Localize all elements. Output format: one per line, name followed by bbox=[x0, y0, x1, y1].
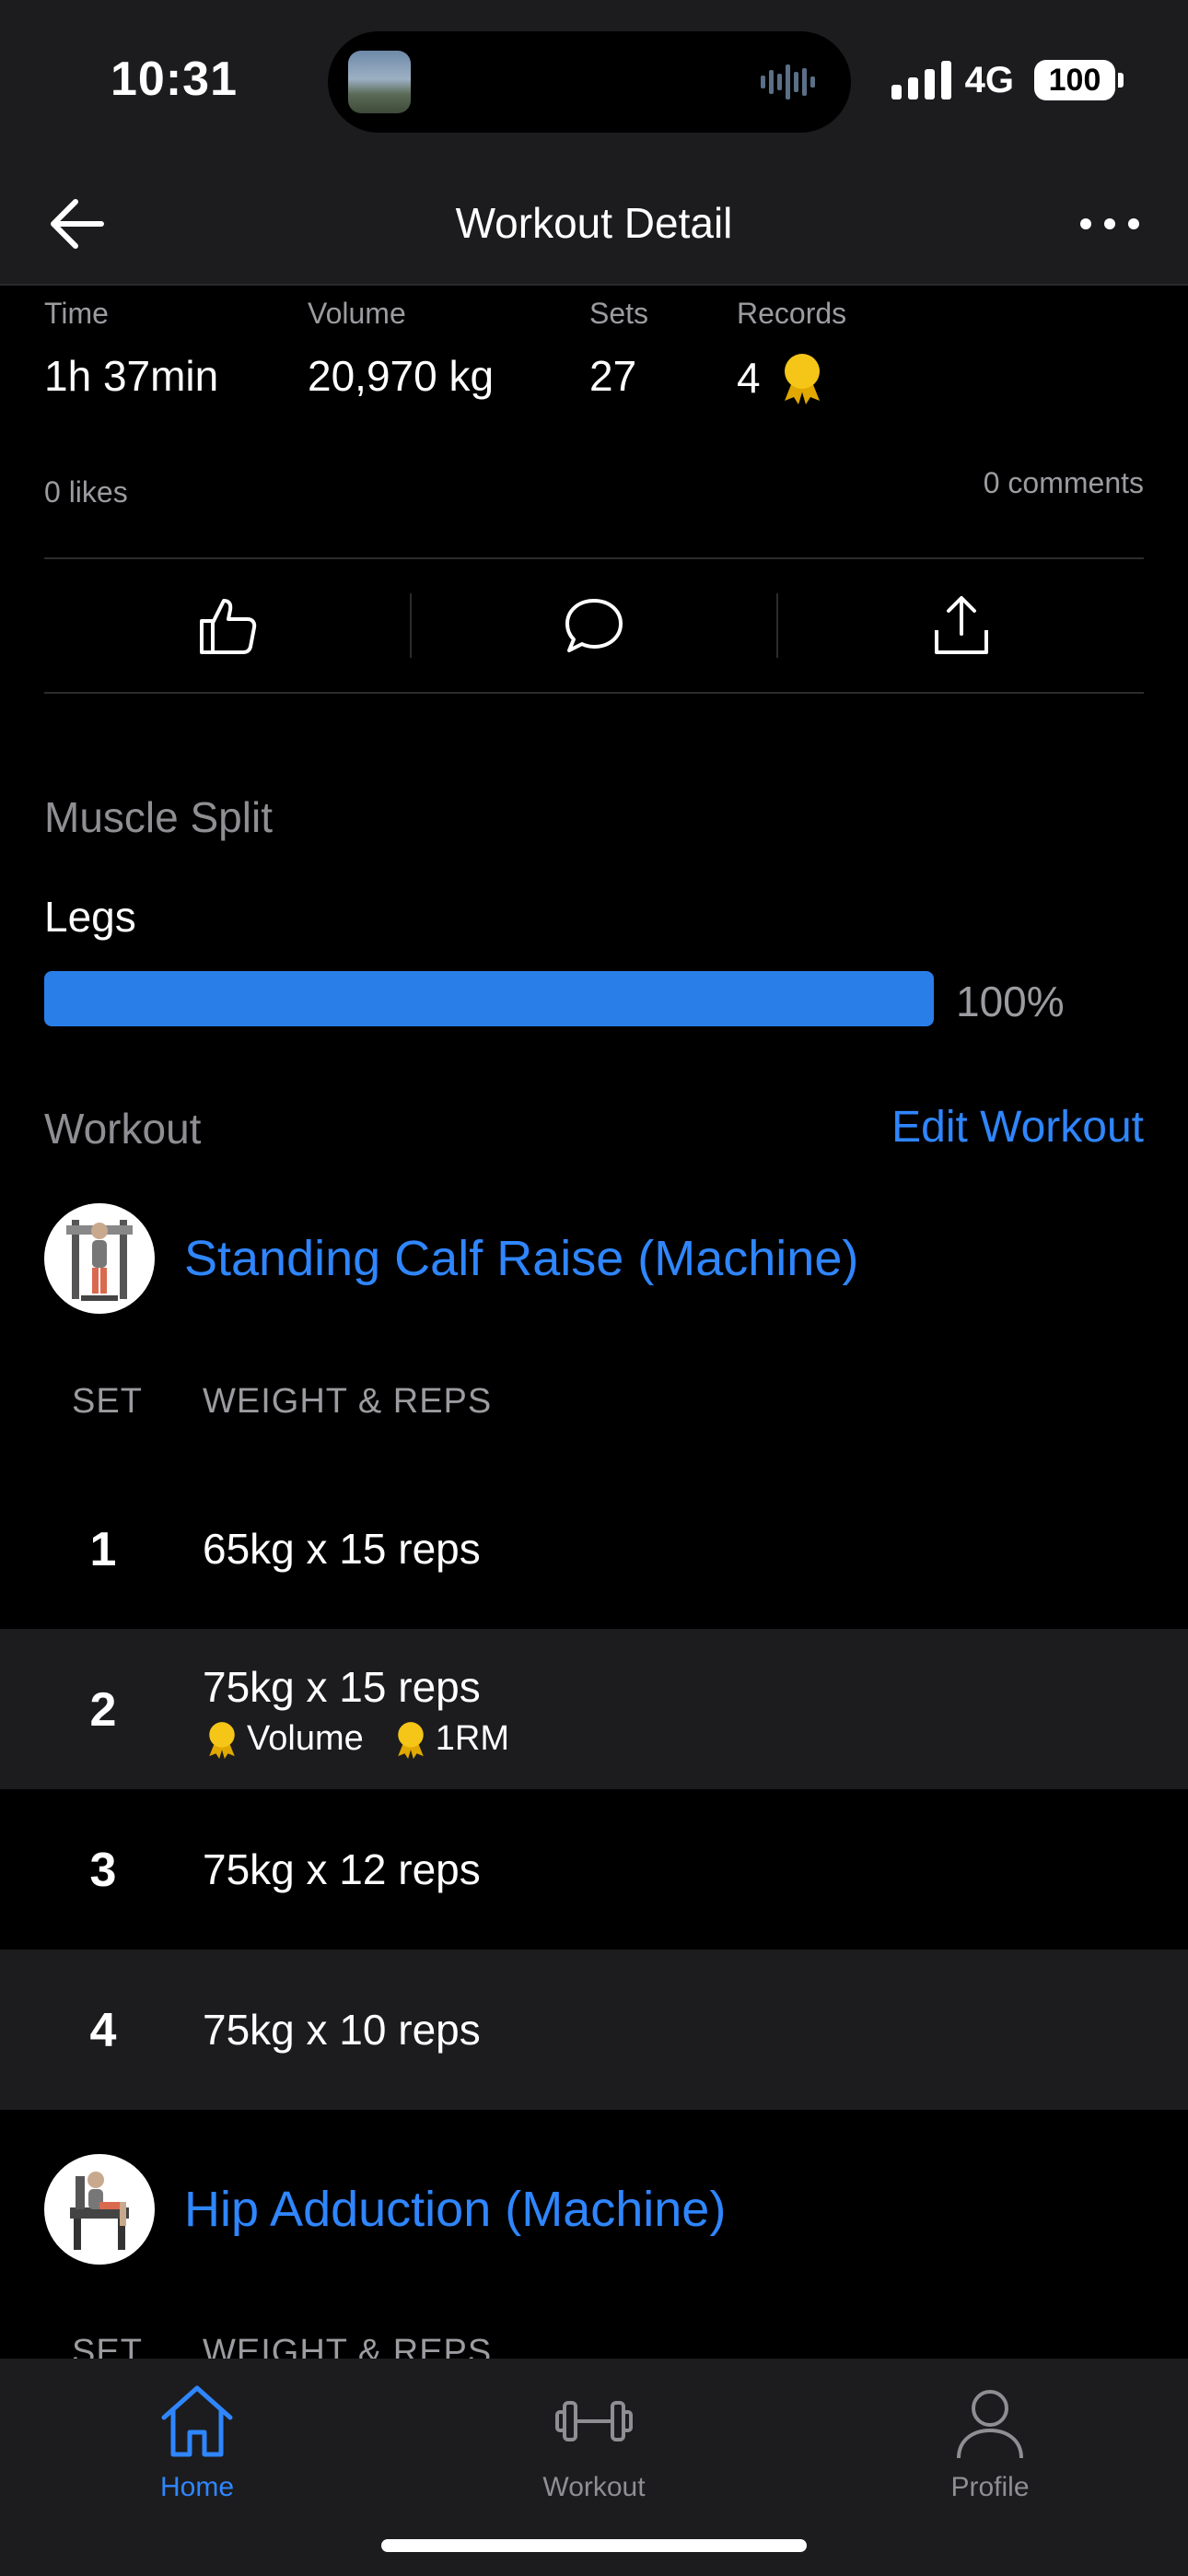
set-number: 1 bbox=[89, 1523, 117, 1576]
stat-time: Time 1h 37min bbox=[44, 297, 308, 404]
dynamic-island[interactable] bbox=[328, 31, 851, 133]
medal-icon bbox=[397, 1721, 424, 1759]
workout-section-title: Workout bbox=[44, 1105, 202, 1153]
dumbbell-icon bbox=[555, 2401, 633, 2441]
pr-label: Volume bbox=[247, 1719, 364, 1758]
pr-badge: Volume bbox=[203, 1719, 364, 1759]
thumbs-up-icon bbox=[200, 599, 257, 654]
set-row[interactable]: 4 75kg x 10 reps bbox=[0, 1950, 1188, 2110]
pr-badge: 1RM bbox=[391, 1719, 509, 1759]
calf-raise-illustration bbox=[66, 1220, 133, 1301]
stat-label: Volume bbox=[308, 297, 406, 330]
more-options-icon[interactable] bbox=[1077, 198, 1142, 250]
stat-value: 1h 37min bbox=[44, 352, 219, 400]
now-playing-artwork bbox=[348, 51, 411, 113]
column-header-weight-reps: WEIGHT & REPS bbox=[203, 1382, 493, 1421]
share-button[interactable] bbox=[778, 559, 1144, 692]
set-number: 4 bbox=[89, 2004, 117, 2057]
muscle-split-bar-fill bbox=[44, 971, 934, 1026]
exercise-thumbnail bbox=[44, 2154, 155, 2265]
tab-label: Profile bbox=[950, 2472, 1030, 2502]
exercise-header[interactable]: Hip Adduction (Machine) bbox=[44, 2154, 726, 2265]
navigation-bar: Workout Detail bbox=[0, 161, 1188, 286]
tab-profile[interactable]: Profile bbox=[889, 2377, 1091, 2503]
set-weight-reps: 75kg x 10 reps bbox=[203, 2006, 481, 2054]
muscle-split-title: Muscle Split bbox=[44, 793, 273, 841]
status-icons: 4G 100 bbox=[891, 57, 1124, 103]
battery-icon: 100 bbox=[1034, 60, 1124, 100]
audio-wave-icon bbox=[761, 64, 815, 100]
likes-count[interactable]: 0 likes bbox=[44, 475, 128, 509]
set-weight-reps: 75kg x 15 reps bbox=[203, 1663, 481, 1711]
comments-count[interactable]: 0 comments bbox=[984, 466, 1144, 500]
network-type: 4G bbox=[964, 59, 1014, 100]
page-title: Workout Detail bbox=[455, 199, 733, 247]
stat-label: Sets bbox=[589, 297, 649, 330]
set-row[interactable]: 2 75kg x 15 reps Volume 1RM bbox=[0, 1629, 1188, 1789]
muscle-split-bar bbox=[44, 971, 934, 1026]
edit-workout-link[interactable]: Edit Workout bbox=[891, 1102, 1144, 1153]
muscle-split-percent: 100% bbox=[956, 978, 1065, 1025]
set-row[interactable]: 3 75kg x 12 reps bbox=[0, 1789, 1188, 1950]
stat-value: 4 bbox=[737, 351, 921, 404]
set-weight-reps: 75kg x 12 reps bbox=[203, 1845, 481, 1893]
person-icon bbox=[957, 2390, 1023, 2459]
stat-volume: Volume 20,970 kg bbox=[308, 297, 589, 404]
medal-icon bbox=[784, 354, 820, 404]
home-icon bbox=[161, 2385, 233, 2457]
status-bar: 10:31 4G 100 bbox=[0, 0, 1188, 161]
stat-records: Records 4 bbox=[737, 297, 921, 404]
exercise-name[interactable]: Standing Calf Raise (Machine) bbox=[184, 1230, 858, 1287]
stat-value: 20,970 kg bbox=[308, 352, 495, 400]
cellular-signal-icon bbox=[891, 61, 951, 100]
social-actions bbox=[44, 559, 1144, 692]
muscle-split-label: Legs bbox=[44, 893, 136, 941]
exercise-thumbnail bbox=[44, 1203, 155, 1314]
set-number: 2 bbox=[89, 1683, 117, 1737]
comment-icon bbox=[565, 599, 623, 652]
home-indicator[interactable] bbox=[381, 2539, 807, 2552]
medal-icon bbox=[209, 1721, 235, 1759]
tab-label: Home bbox=[159, 2472, 235, 2502]
tab-home[interactable]: Home bbox=[96, 2377, 298, 2503]
stat-sets: Sets 27 bbox=[589, 297, 737, 404]
set-row[interactable]: 1 65kg x 15 reps bbox=[0, 1469, 1188, 1629]
stat-value: 27 bbox=[589, 352, 637, 400]
exercise-header[interactable]: Standing Calf Raise (Machine) bbox=[44, 1203, 858, 1314]
set-weight-reps: 65kg x 15 reps bbox=[203, 1525, 481, 1573]
like-button[interactable] bbox=[44, 559, 410, 692]
workout-stats: Time 1h 37min Volume 20,970 kg Sets 27 R… bbox=[44, 297, 921, 404]
stat-label: Time bbox=[44, 297, 109, 330]
comment-button[interactable] bbox=[412, 559, 777, 692]
tab-workout[interactable]: Workout bbox=[493, 2377, 695, 2503]
battery-level: 100 bbox=[1034, 60, 1115, 100]
stat-label: Records bbox=[737, 297, 847, 330]
tab-label: Workout bbox=[542, 2472, 646, 2502]
exercise-name[interactable]: Hip Adduction (Machine) bbox=[184, 2181, 726, 2238]
column-header-set: SET bbox=[72, 1382, 143, 1421]
pr-label: 1RM bbox=[435, 1719, 509, 1758]
set-records: Volume 1RM bbox=[203, 1719, 537, 1759]
divider bbox=[44, 692, 1144, 694]
set-number: 3 bbox=[89, 1844, 117, 1897]
hip-adduction-illustration bbox=[70, 2172, 129, 2250]
share-icon bbox=[934, 596, 988, 654]
status-time: 10:31 bbox=[111, 53, 238, 106]
